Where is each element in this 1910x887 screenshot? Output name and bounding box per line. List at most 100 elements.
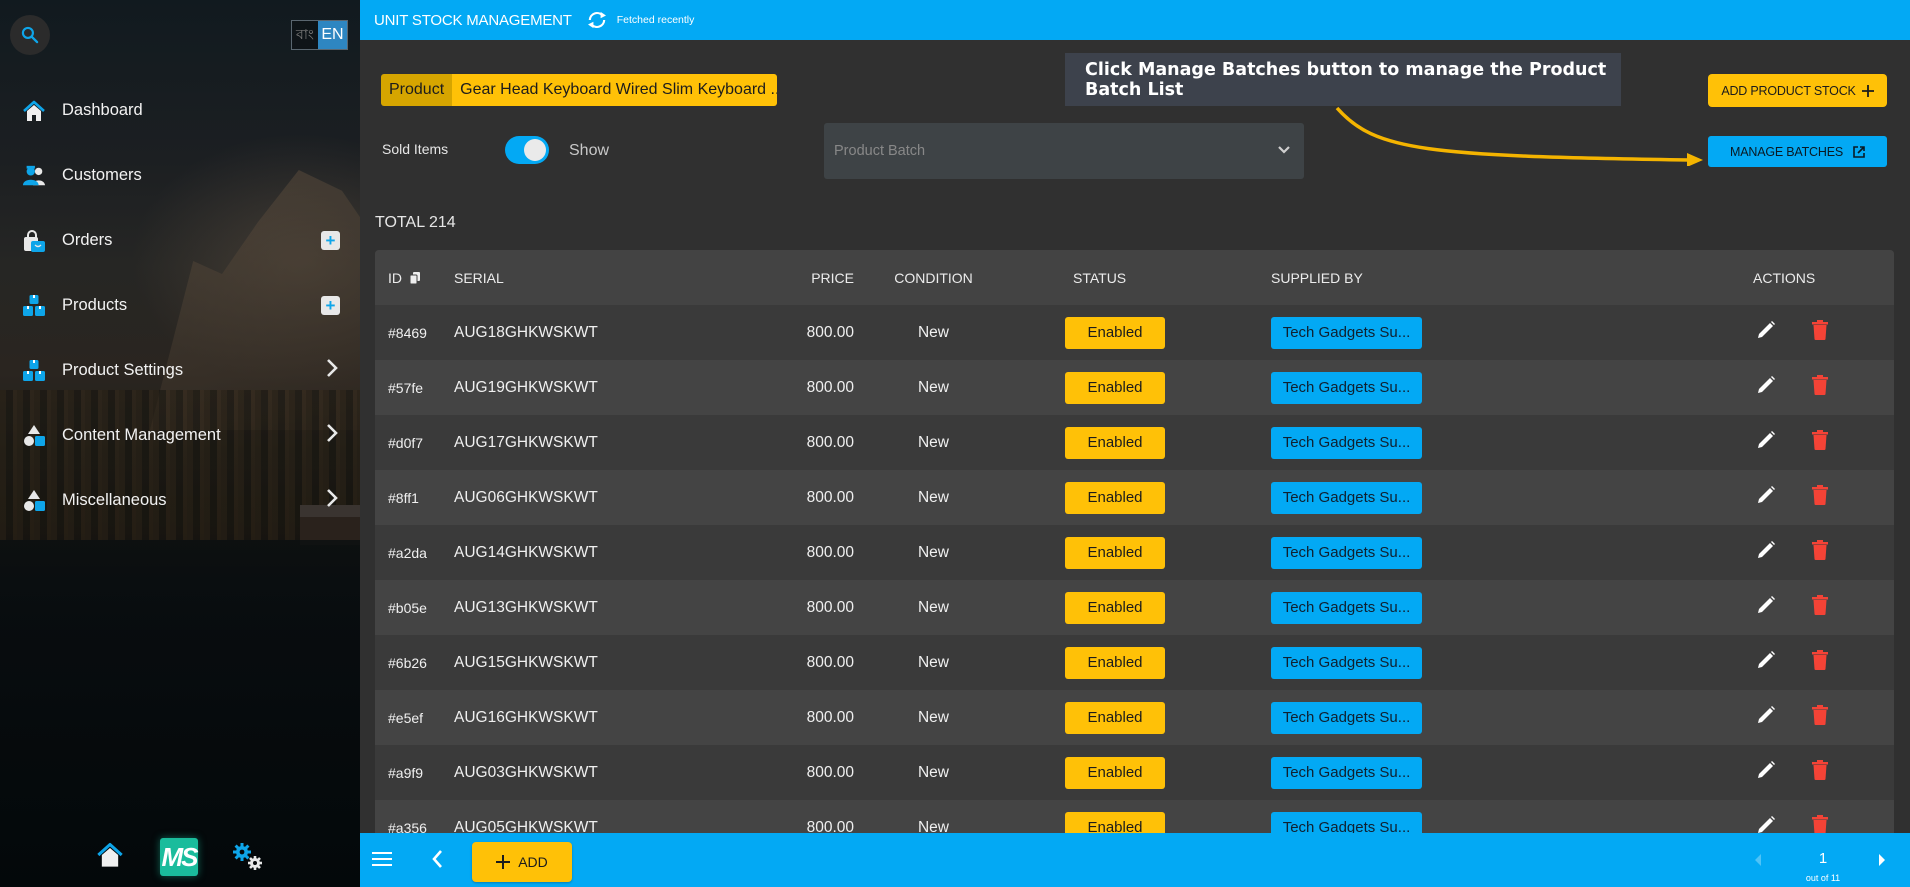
cell-id: #8469 xyxy=(388,324,427,341)
pencil-icon xyxy=(1758,706,1775,723)
cell-serial: AUG14GHKWSKWT xyxy=(454,543,598,561)
pagination-next-button[interactable] xyxy=(1878,853,1886,871)
add-button-label: ADD xyxy=(518,854,548,870)
sidebar-item-content-management[interactable]: Content Management xyxy=(0,403,360,468)
supplier-badge[interactable]: Tech Gadgets Su... xyxy=(1271,591,1422,624)
table-row[interactable]: #57fe AUG19GHKWSKWT 800.00 New Enabled Tech G… xyxy=(375,360,1894,415)
edit-button[interactable] xyxy=(1756,485,1776,505)
refresh-button[interactable] xyxy=(586,11,608,29)
table-row[interactable]: #8469 AUG18GHKWSKWT 800.00 New Enabled Tech G… xyxy=(375,305,1894,360)
cell-id: #6b26 xyxy=(388,654,427,671)
table-row[interactable]: #a9f9 AUG03GHKWSKWT 800.00 New Enabled Tech G… xyxy=(375,745,1894,800)
product-filter-chip[interactable]: Product Gear Head Keyboard Wired Slim Ke… xyxy=(381,74,778,106)
sidebar-item-orders[interactable]: Orders + xyxy=(0,208,360,273)
sidebar-item-products[interactable]: Products + xyxy=(0,273,360,338)
sold-items-toggle[interactable] xyxy=(505,136,549,164)
add-product-stock-button[interactable]: ADD PRODUCT STOCK xyxy=(1708,74,1887,107)
supplier-badge[interactable]: Tech Gadgets Su... xyxy=(1271,316,1422,349)
pagination-prev-button[interactable] xyxy=(1754,853,1762,871)
cell-serial: AUG18GHKWSKWT xyxy=(454,323,598,341)
quick-add-order-button[interactable]: + xyxy=(321,231,340,250)
edit-button[interactable] xyxy=(1756,705,1776,725)
manage-batches-button[interactable]: MANAGE BATCHES xyxy=(1708,136,1887,167)
lang-option-bangla[interactable]: বাং xyxy=(292,21,318,49)
table-row[interactable]: #8ff1 AUG06GHKWSKWT 800.00 New Enabled Tech G… xyxy=(375,470,1894,525)
delete-button[interactable] xyxy=(1812,375,1828,395)
supplier-badge[interactable]: Tech Gadgets Su... xyxy=(1271,811,1422,833)
delete-button[interactable] xyxy=(1812,540,1828,560)
status-badge[interactable]: Enabled xyxy=(1065,316,1165,349)
edit-button[interactable] xyxy=(1756,320,1776,340)
trash-icon xyxy=(1812,705,1828,725)
edit-button[interactable] xyxy=(1756,430,1776,450)
status-badge[interactable]: Enabled xyxy=(1065,811,1165,833)
pencil-icon xyxy=(1758,596,1775,613)
status-badge[interactable]: Enabled xyxy=(1065,481,1165,514)
delete-button[interactable] xyxy=(1812,815,1828,833)
status-badge[interactable]: Enabled xyxy=(1065,371,1165,404)
product-batch-select[interactable]: Product Batch xyxy=(824,123,1304,179)
status-badge[interactable]: Enabled xyxy=(1065,756,1165,789)
add-button[interactable]: ADD xyxy=(472,842,572,882)
status-badge[interactable]: Enabled xyxy=(1065,426,1165,459)
supplier-badge[interactable]: Tech Gadgets Su... xyxy=(1271,426,1422,459)
table-row[interactable]: #a2da AUG14GHKWSKWT 800.00 New Enabled Tech G… xyxy=(375,525,1894,580)
edit-button[interactable] xyxy=(1756,375,1776,395)
supplier-badge[interactable]: Tech Gadgets Su... xyxy=(1271,701,1422,734)
app-logo[interactable]: MS xyxy=(160,838,199,876)
fetch-status: Fetched recently xyxy=(616,14,695,26)
table-row[interactable]: #d0f7 AUG17GHKWSKWT 800.00 New Enabled Tech G… xyxy=(375,415,1894,470)
status-badge[interactable]: Enabled xyxy=(1065,646,1165,679)
delete-button[interactable] xyxy=(1812,760,1828,780)
sidebar-item-customers[interactable]: Customers xyxy=(0,143,360,208)
delete-button[interactable] xyxy=(1812,595,1828,615)
supplier-badge[interactable]: Tech Gadgets Su... xyxy=(1271,481,1422,514)
column-header-id[interactable]: ID xyxy=(375,250,454,305)
table-row[interactable]: #a356 AUG05GHKWSKWT 800.00 New Enabled Tech G… xyxy=(375,800,1894,833)
chevron-left-icon xyxy=(432,850,442,868)
copy-icon[interactable] xyxy=(409,271,420,284)
unit-stock-table: ID SERIAL PRICE CONDITION STATUS SUPPLIE… xyxy=(375,250,1894,833)
edit-button[interactable] xyxy=(1756,650,1776,670)
home-icon[interactable] xyxy=(96,842,124,873)
delete-button[interactable] xyxy=(1812,320,1828,340)
menu-button[interactable] xyxy=(372,851,392,872)
table-row[interactable]: #b05e AUG13GHKWSKWT 800.00 New Enabled Tech G… xyxy=(375,580,1894,635)
settings-gears-icon[interactable] xyxy=(232,842,264,877)
delete-button[interactable] xyxy=(1812,650,1828,670)
status-badge[interactable]: Enabled xyxy=(1065,591,1165,624)
sidebar-item-label: Dashboard xyxy=(62,101,143,119)
quick-add-product-button[interactable]: + xyxy=(321,296,340,315)
edit-button[interactable] xyxy=(1756,595,1776,615)
delete-button[interactable] xyxy=(1812,430,1828,450)
sidebar-item-label: Products xyxy=(62,296,128,314)
supplier-badge[interactable]: Tech Gadgets Su... xyxy=(1271,646,1422,679)
trash-icon xyxy=(1812,595,1828,615)
supplier-badge[interactable]: Tech Gadgets Su... xyxy=(1271,371,1422,404)
table-row[interactable]: #6b26 AUG15GHKWSKWT 800.00 New Enabled Tech G… xyxy=(375,635,1894,690)
cell-price: 800.00 xyxy=(806,818,854,834)
lang-option-english[interactable]: EN xyxy=(318,21,347,49)
pencil-icon xyxy=(1758,541,1775,558)
edit-button[interactable] xyxy=(1756,815,1776,833)
sidebar-item-miscellaneous[interactable]: Miscellaneous xyxy=(0,468,360,533)
table-row[interactable]: #e5ef AUG16GHKWSKWT 800.00 New Enabled Tech G… xyxy=(375,690,1894,745)
cell-condition: New xyxy=(917,708,949,726)
delete-button[interactable] xyxy=(1812,485,1828,505)
pencil-icon xyxy=(1758,816,1775,833)
sidebar-item-product-settings[interactable]: Product Settings xyxy=(0,338,360,403)
edit-button[interactable] xyxy=(1756,760,1776,780)
back-button[interactable] xyxy=(431,848,443,875)
edit-button[interactable] xyxy=(1756,540,1776,560)
total-count: TOTAL 214 xyxy=(375,214,456,231)
supplier-badge[interactable]: Tech Gadgets Su... xyxy=(1271,536,1422,569)
status-badge[interactable]: Enabled xyxy=(1065,701,1165,734)
search-button[interactable] xyxy=(10,15,50,55)
delete-button[interactable] xyxy=(1812,705,1828,725)
sidebar-item-dashboard[interactable]: Dashboard xyxy=(0,78,360,143)
status-badge[interactable]: Enabled xyxy=(1065,536,1165,569)
language-toggle[interactable]: বাং EN xyxy=(291,20,348,50)
supplier-badge[interactable]: Tech Gadgets Su... xyxy=(1271,756,1422,789)
plus-icon xyxy=(1861,84,1874,97)
cell-condition: New xyxy=(917,653,949,671)
